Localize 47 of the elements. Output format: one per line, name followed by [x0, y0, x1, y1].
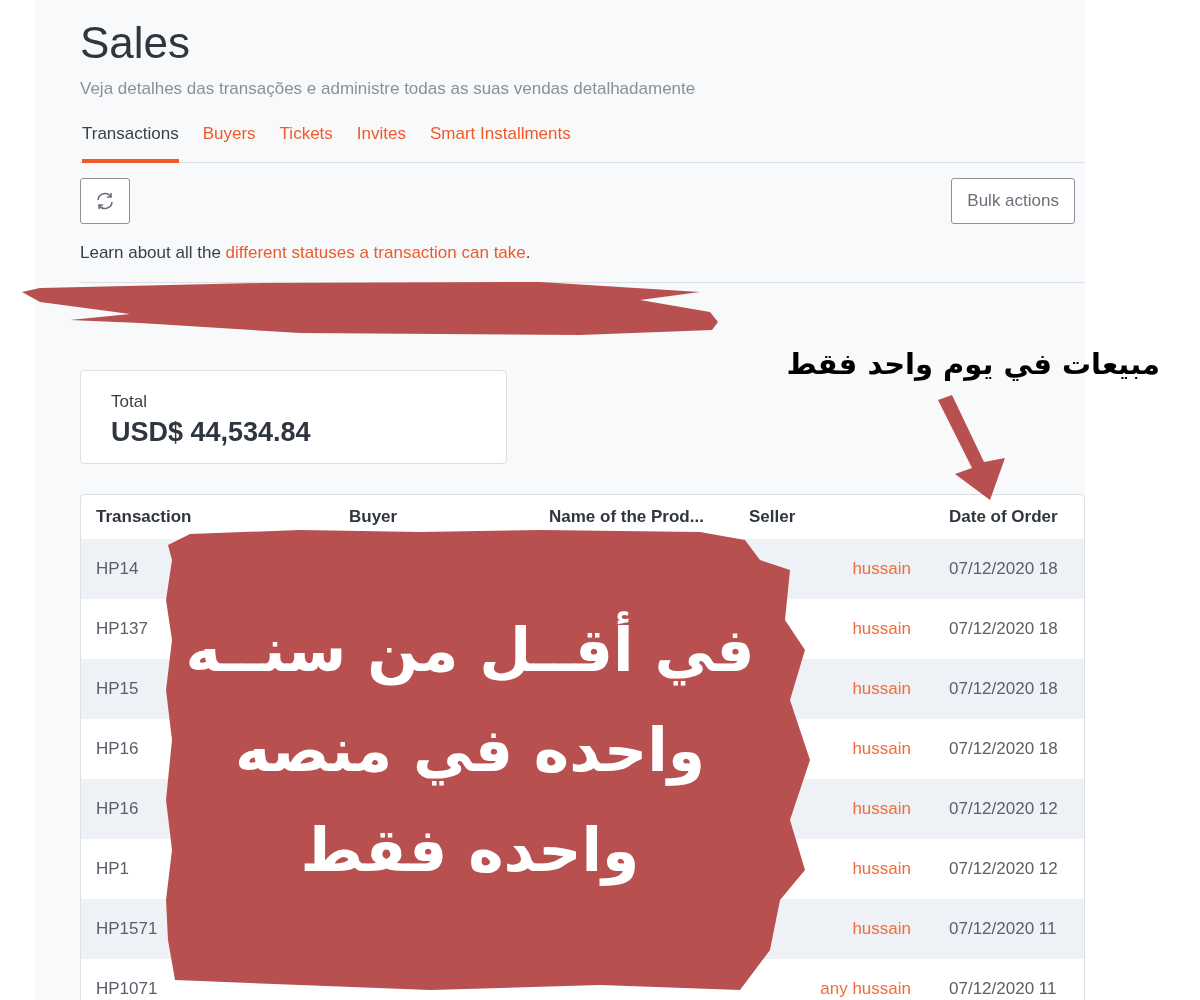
banner-text: واحده في منصه	[234, 714, 706, 788]
table-cell-text: HP1071	[96, 978, 158, 1000]
table-cell-text: 07/12/2020 12	[949, 798, 1058, 821]
page-subtitle: Veja detalhes das transações e administre todas as suas vendas detalhadamente	[80, 78, 696, 100]
total-value: USD$ 44,534.84	[111, 415, 311, 449]
seller-link[interactable]: hussain	[852, 796, 911, 822]
tab[interactable]: Tickets	[279, 119, 333, 163]
refresh-icon	[95, 190, 115, 211]
tab[interactable]: Invites	[356, 119, 406, 163]
caption-text: مبيعات في يوم واحد فقط	[786, 346, 1160, 383]
tab[interactable]: Transactions	[82, 119, 179, 163]
table-cell-text: HP15	[96, 678, 139, 701]
refresh-button[interactable]	[80, 177, 130, 224]
seller-link[interactable]: hussain	[852, 556, 911, 582]
column-header: Date of Order	[949, 506, 1058, 529]
seller-link[interactable]: hussain	[852, 616, 911, 642]
seller-link[interactable]: hussain	[852, 856, 911, 882]
table-cell-text: 07/12/2020 11	[949, 918, 1057, 941]
tab[interactable]: Smart Installments	[429, 119, 571, 163]
seller-link[interactable]: hussain	[852, 916, 911, 942]
column-header: Transaction	[96, 506, 192, 529]
table-cell-text: HP1571	[96, 918, 158, 941]
seller-link[interactable]: hussain	[852, 676, 911, 702]
table-cell-text: HP16	[96, 798, 139, 821]
seller-link[interactable]: any hussain	[820, 976, 911, 1000]
statuses-link[interactable]: different statuses a transaction can take	[225, 242, 526, 262]
table-cell-text: 07/12/2020 18	[949, 738, 1058, 761]
bulk-actions-button[interactable]: Bulk actions	[951, 177, 1075, 224]
table-cell-text: 07/12/2020 18	[949, 558, 1058, 581]
column-header: Seller	[749, 506, 796, 529]
column-header: Name of the Prod...	[549, 506, 704, 529]
table-cell-text: 07/12/2020 18	[949, 678, 1058, 701]
table-cell-text: 07/12/2020 12	[949, 858, 1058, 881]
total-label: Total	[111, 391, 147, 413]
banner-text: في أقــل من سنــه	[185, 600, 755, 700]
seller-link[interactable]: hussain	[852, 736, 911, 762]
banner-text: واحده فقط	[300, 814, 640, 888]
table-cell-text: 07/12/2020 11	[949, 978, 1057, 1000]
column-header: Buyer	[349, 506, 398, 529]
table-cell-text: HP1	[96, 858, 130, 881]
table-cell-text: HP137	[96, 618, 148, 641]
page-title: Sales	[80, 18, 191, 68]
table-cell-text: 07/12/2020 18	[949, 618, 1058, 641]
tab[interactable]: Buyers	[202, 119, 256, 163]
info-text: Learn about all the different statuses a transaction can take.	[80, 241, 531, 264]
table-cell-text: HP14	[96, 558, 139, 581]
table-cell-text: HP16	[96, 738, 139, 761]
